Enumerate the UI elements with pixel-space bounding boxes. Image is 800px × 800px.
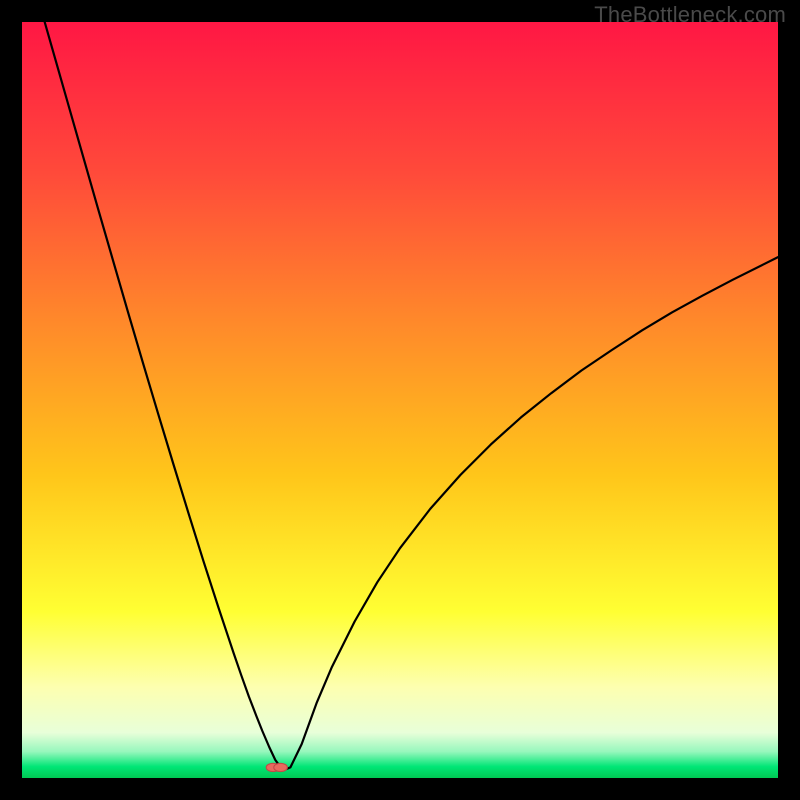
- bottleneck-chart: [22, 22, 778, 778]
- optimal-marker: [274, 763, 288, 771]
- watermark-text: TheBottleneck.com: [594, 2, 786, 28]
- chart-stage: TheBottleneck.com: [0, 0, 800, 800]
- plot-background: [22, 22, 778, 778]
- marker-group: [266, 763, 287, 771]
